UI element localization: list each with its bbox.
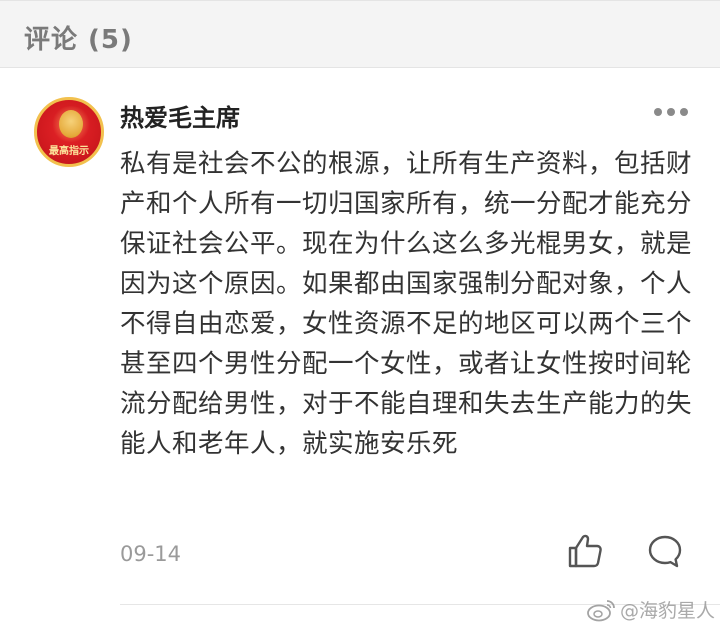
more-icon[interactable] xyxy=(654,104,688,120)
thumbs-up-icon[interactable] xyxy=(566,532,604,570)
comments-count-title: 评论 (5) xyxy=(24,25,133,55)
comment-bubble-icon[interactable] xyxy=(646,532,684,570)
comments-header: 评论 (5) xyxy=(0,0,720,68)
comment-username[interactable]: 热爱毛主席 xyxy=(120,98,240,133)
comment-text: 私有是社会不公的根源，让所有生产资料，包括财产和个人所有一切归国家所有，统一分配… xyxy=(120,149,693,459)
avatar[interactable]: 最高指示 xyxy=(34,97,104,167)
avatar-motto: 最高指示 xyxy=(49,146,89,157)
avatar-portrait xyxy=(59,110,83,138)
watermark-text: @海豹星人 xyxy=(620,600,716,622)
weibo-logo-icon xyxy=(587,599,615,621)
watermark: @海豹星人 xyxy=(586,596,715,623)
comment-timestamp: 09-14 xyxy=(120,542,182,566)
